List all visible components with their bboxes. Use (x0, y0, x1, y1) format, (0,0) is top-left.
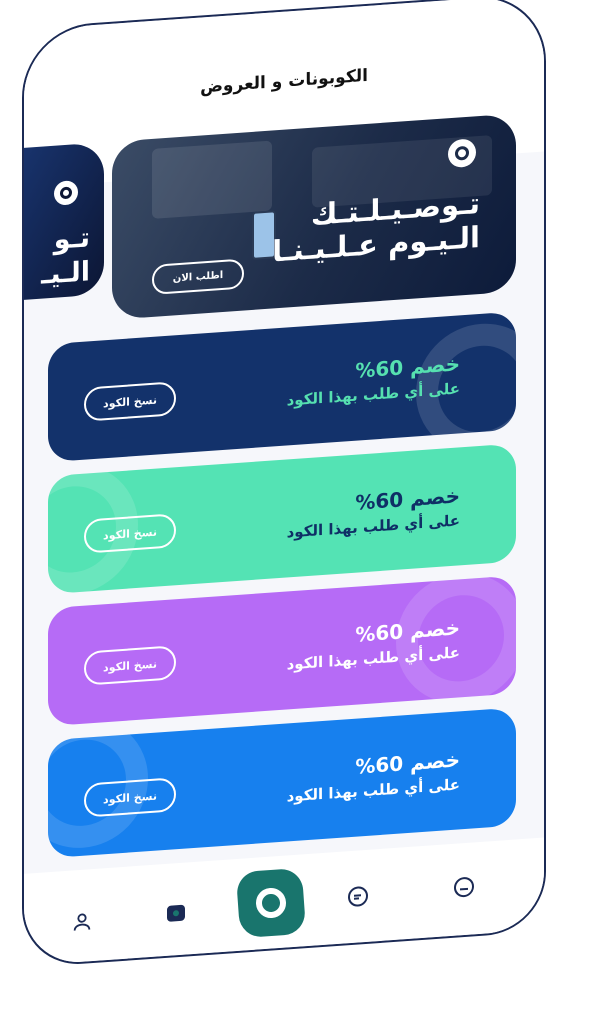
coupon-subtitle: على أي طلب بهذا الكود (286, 775, 460, 806)
promo-banner-main[interactable]: تـوصـيـلـتـك الـيـوم عـلـيـنـا اطلب الان (112, 113, 516, 320)
phone-screen: الكوبونات و العروض تـو الـيـ تـوصـيـلـتـ… (22, 0, 546, 969)
banner-photo-bg (152, 140, 272, 219)
banner-headline-line2: الـيـ (41, 256, 90, 291)
coupon-card: خصم 60% على أي طلب بهذا الكود نسخ الكود (48, 311, 516, 463)
copy-code-button[interactable]: نسخ الكود (84, 513, 176, 554)
copy-code-button[interactable]: نسخ الكود (84, 777, 176, 818)
copy-code-button[interactable]: نسخ الكود (84, 381, 176, 422)
orders-icon[interactable] (452, 874, 476, 900)
home-logo-icon[interactable] (235, 867, 307, 939)
chat-icon[interactable] (346, 884, 370, 910)
coupon-card: خصم 60% على أي طلب بهذا الكود نسخ الكود (48, 443, 516, 595)
coupons-icon[interactable] (164, 900, 188, 926)
order-now-button[interactable]: اطلب الان (152, 258, 244, 295)
coupon-subtitle: على أي طلب بهذا الكود (286, 511, 460, 542)
user-icon[interactable] (70, 909, 94, 935)
banner-headline-line1: تـو (53, 222, 90, 256)
brand-logo-icon (54, 180, 78, 206)
coupon-card: خصم 60% على أي طلب بهذا الكود نسخ الكود (48, 707, 516, 859)
page-title: الكوبونات و العروض (200, 65, 368, 98)
promo-banner-secondary[interactable]: تـو الـيـ (22, 142, 104, 303)
coupon-title: خصم 60% (355, 483, 460, 515)
coupon-card: خصم 60% على أي طلب بهذا الكود نسخ الكود (48, 575, 516, 727)
copy-code-button[interactable]: نسخ الكود (84, 645, 176, 686)
coupon-title: خصم 60% (355, 747, 460, 779)
